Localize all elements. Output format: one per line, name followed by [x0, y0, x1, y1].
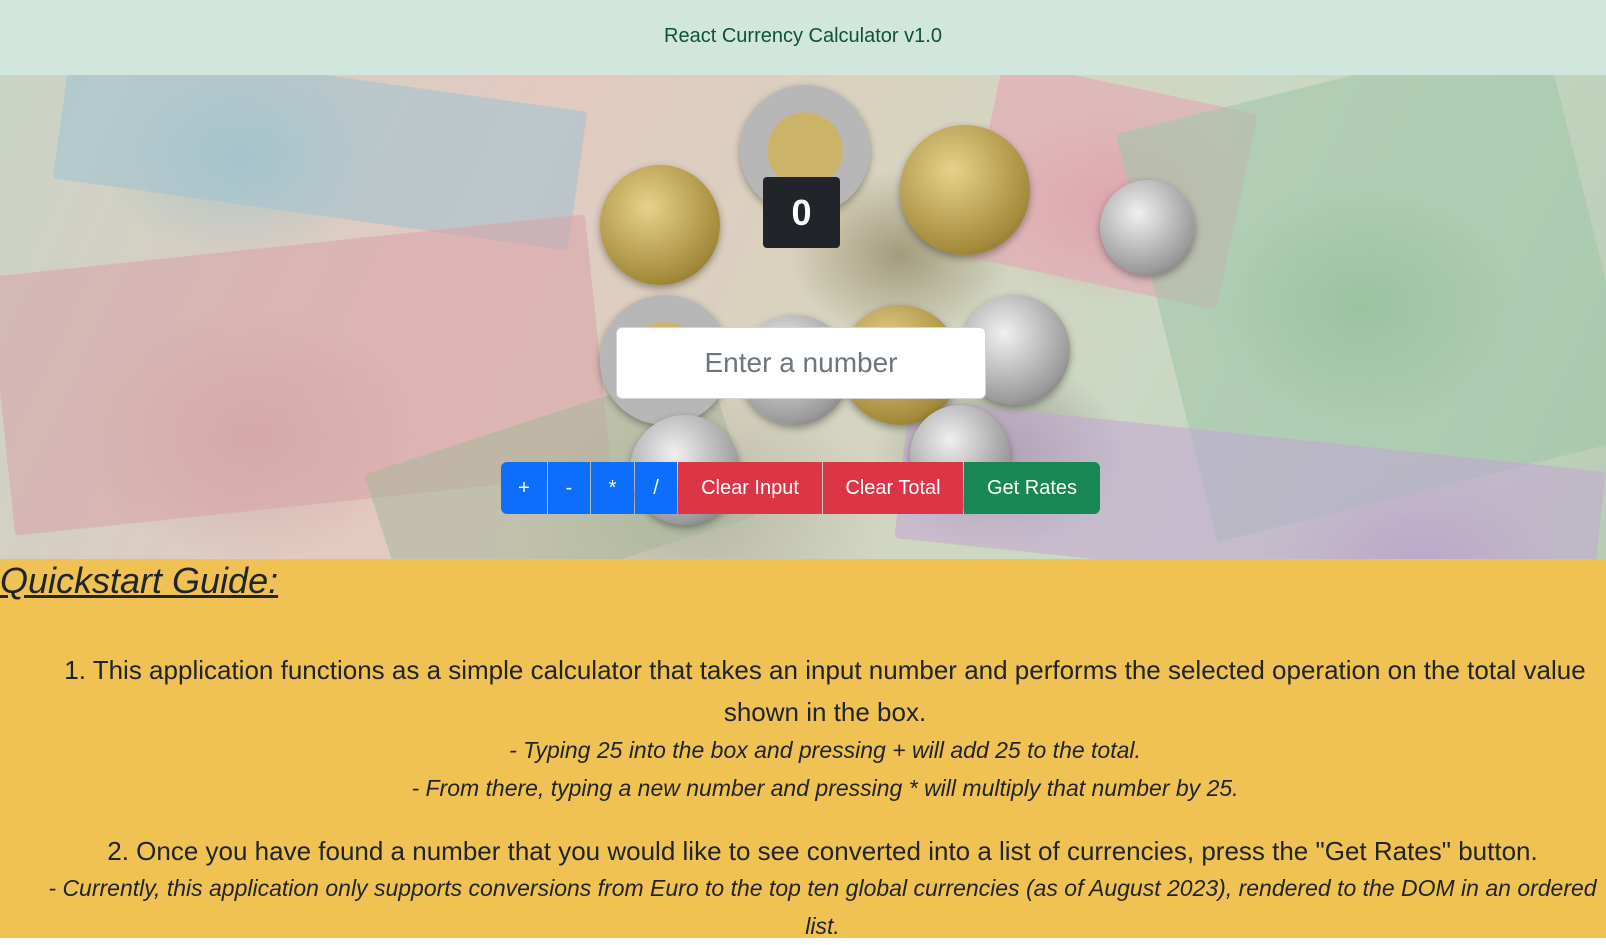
guide-item-2: 2. Once you have found a number that you…: [107, 836, 1538, 866]
multiply-button[interactable]: *: [591, 462, 634, 514]
coin: [900, 125, 1030, 255]
divide-button[interactable]: /: [635, 462, 677, 514]
currency-background-image: 0 + - * / Clear Input Clear Total Get Ra…: [0, 75, 1606, 559]
coin: [600, 165, 720, 285]
add-button[interactable]: +: [501, 462, 547, 514]
guide-item-1-note-2: - From there, typing a new number and pr…: [411, 775, 1239, 801]
quickstart-guide: Quickstart Guide: 1. This application fu…: [0, 559, 1606, 939]
operation-button-group: + - * / Clear Input Clear Total Get Rate…: [501, 462, 1100, 514]
guide-item-1-note-1: - Typing 25 into the box and pressing + …: [509, 737, 1141, 763]
guide-item-1: 1. This application functions as a simpl…: [64, 655, 1586, 727]
coin: [1100, 180, 1195, 275]
guide-heading: Quickstart Guide:: [0, 560, 279, 601]
total-display: 0: [763, 177, 840, 248]
get-rates-button[interactable]: Get Rates: [964, 462, 1100, 514]
number-input[interactable]: [616, 327, 986, 399]
app-title: React Currency Calculator v1.0: [664, 25, 942, 47]
guide-item-2-note-1: - Currently, this application only suppo…: [48, 875, 1597, 939]
clear-input-button[interactable]: Clear Input: [678, 462, 822, 514]
header-bar: React Currency Calculator v1.0: [0, 0, 1606, 75]
clear-total-button[interactable]: Clear Total: [823, 462, 963, 514]
subtract-button[interactable]: -: [548, 462, 590, 514]
